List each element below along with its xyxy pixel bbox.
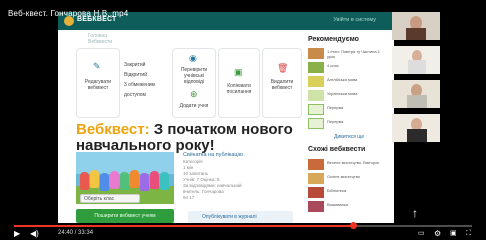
fullscreen-icon[interactable]: ⛶ bbox=[466, 229, 471, 238]
volume-icon[interactable]: ◀) bbox=[30, 229, 39, 238]
recommended-item[interactable]: 1 етап: Повітря ту Частина 1 урок bbox=[308, 48, 394, 60]
time-display: 24:40 / 33:34 bbox=[58, 230, 94, 236]
trash-icon: 🗑 bbox=[277, 63, 289, 73]
participant-video bbox=[392, 80, 440, 108]
play-icon[interactable]: ▶ bbox=[14, 229, 20, 238]
privacy-options[interactable]: Закритий Відкритий 3 обмеженим доступом bbox=[122, 48, 170, 118]
page-title: Вебквест: З початком нового навчального … bbox=[76, 122, 296, 154]
eye-icon: ◉ bbox=[189, 53, 197, 63]
seek-progress bbox=[14, 225, 353, 227]
window-title: Веб-квест. Гончарова Н.В..mp4 bbox=[8, 9, 129, 18]
pencil-icon: ✎ bbox=[93, 61, 101, 71]
edit-tile[interactable]: ✎ Редагувати вебквест bbox=[76, 48, 120, 118]
miniplayer-icon[interactable]: ▣ bbox=[450, 229, 457, 238]
similar-item[interactable]: Бібліотека bbox=[308, 187, 394, 199]
recommended-heading: Рекомендуємо bbox=[308, 36, 359, 43]
recommended-item[interactable]: Перерва bbox=[308, 104, 394, 116]
settings-gear-icon[interactable]: ⚙ bbox=[434, 229, 441, 238]
check-answers-tile[interactable]: ◉ Перевірити учнівські відповіді ⊕ Додат… bbox=[172, 48, 216, 118]
video-player[interactable]: ВЕБКВЕСТ Увійти в систему Головна Вебкве… bbox=[0, 0, 486, 240]
copy-icon: ▣ bbox=[234, 67, 243, 77]
privacy-option[interactable]: Відкритий bbox=[124, 70, 170, 80]
title-text: З початком нового bbox=[149, 121, 293, 138]
participant-video bbox=[392, 114, 440, 142]
seek-handle[interactable] bbox=[349, 222, 357, 229]
quest-meta: Свёкатка на публікацію Категорія 1 мін 1… bbox=[183, 152, 303, 201]
similar-item[interactable]: Осіннє мистецтво bbox=[308, 173, 394, 185]
publish-journal-button[interactable]: Опублікувати в журналі bbox=[188, 211, 293, 223]
similar-item[interactable]: Вишиванка bbox=[308, 201, 394, 213]
share-quest-button[interactable]: Поширити вебквест учням bbox=[76, 209, 174, 223]
action-tiles: ✎ Редагувати вебквест Закритий Відкритий… bbox=[76, 48, 306, 120]
participant-video bbox=[392, 46, 440, 74]
participant-video bbox=[392, 12, 440, 40]
right-sidebar: Рекомендуємо 1 етап: Повітря ту Частина … bbox=[308, 34, 394, 223]
breadcrumb: Головна Вебквести bbox=[88, 33, 112, 45]
plus-icon: ⊕ bbox=[190, 89, 198, 99]
delete-tile[interactable]: 🗑 Видалити вебквест bbox=[262, 48, 302, 118]
arrow-up-icon: ↑ bbox=[412, 206, 418, 220]
subtitles-icon[interactable]: ▭ bbox=[418, 229, 425, 238]
copy-link-tile[interactable]: ▣ Копіювати посилання bbox=[218, 48, 260, 118]
recommended-item[interactable]: Англійська мова bbox=[308, 76, 394, 88]
similar-item[interactable]: Веселе мистецтво. Вівторок bbox=[308, 159, 394, 171]
recommended-item[interactable]: 4 клас bbox=[308, 62, 394, 74]
breadcrumb-item[interactable]: Вебквести bbox=[88, 39, 112, 45]
similar-heading: Схожі вебквести bbox=[308, 146, 366, 153]
privacy-option[interactable]: Закритий bbox=[124, 60, 170, 70]
see-more-link[interactable]: Дивитися ще bbox=[334, 134, 364, 140]
captured-webpage: ВЕБКВЕСТ Увійти в систему Головна Вебкве… bbox=[58, 12, 394, 223]
class-select[interactable]: Оберіть клас bbox=[80, 194, 140, 203]
recommended-item[interactable]: Українська мова bbox=[308, 90, 394, 102]
header-hint: Увійти в систему bbox=[333, 17, 376, 23]
title-accent: Вебквест: bbox=[76, 121, 150, 138]
recommended-item[interactable]: Перерва bbox=[308, 118, 394, 130]
privacy-option[interactable]: 3 обмеженим доступом bbox=[124, 80, 170, 100]
meta-title[interactable]: Свёкатка на публікацію bbox=[183, 152, 303, 159]
